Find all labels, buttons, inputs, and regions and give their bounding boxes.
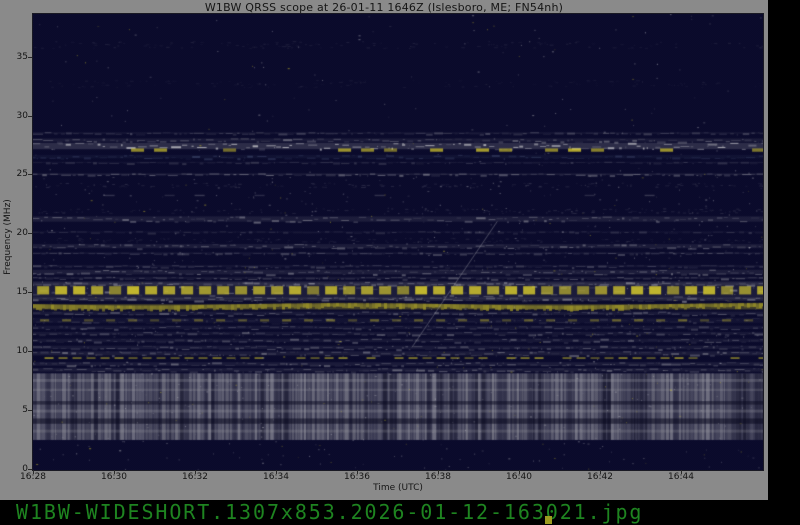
x-tick-mark [276,470,277,474]
y-tick-label: 30 [16,110,28,121]
y-tick-mark [28,56,32,58]
x-tick-mark [681,470,682,474]
x-axis-label: Time (UTC) [373,483,423,493]
x-tick-mark [195,470,196,474]
y-tick-mark [28,292,32,294]
spectrogram-canvas [33,14,763,470]
y-tick-mark [28,174,32,176]
y-tick-mark [28,469,32,470]
x-tick-mark [519,470,520,474]
y-tick-label: 35 [16,51,28,62]
filename-bar: W1BW-WIDESHORT.1307x853.2026-01-12-16302… [0,500,800,525]
spectrogram-plot [32,13,764,471]
y-tick-label: 10 [16,346,28,357]
x-tick-mark [600,470,601,474]
y-tick-label: 5 [22,405,28,416]
terminal-cursor [545,516,552,524]
x-tick-mark [33,470,34,474]
y-tick-label: 15 [16,287,28,298]
x-tick-mark [438,470,439,474]
y-tick-mark [28,351,32,353]
x-tick-mark [114,470,115,474]
y-tick-label: 25 [16,169,28,180]
x-tick-mark [357,470,358,474]
screenshot-root: W1BW QRSS scope at 26-01-11 1646Z (Isles… [0,0,800,525]
y-tick-label: 20 [16,228,28,239]
y-tick-mark [28,115,32,117]
scope-image-panel: W1BW QRSS scope at 26-01-11 1646Z (Isles… [0,0,768,500]
y-tick-mark [28,410,32,412]
y-tick-mark [28,233,32,235]
